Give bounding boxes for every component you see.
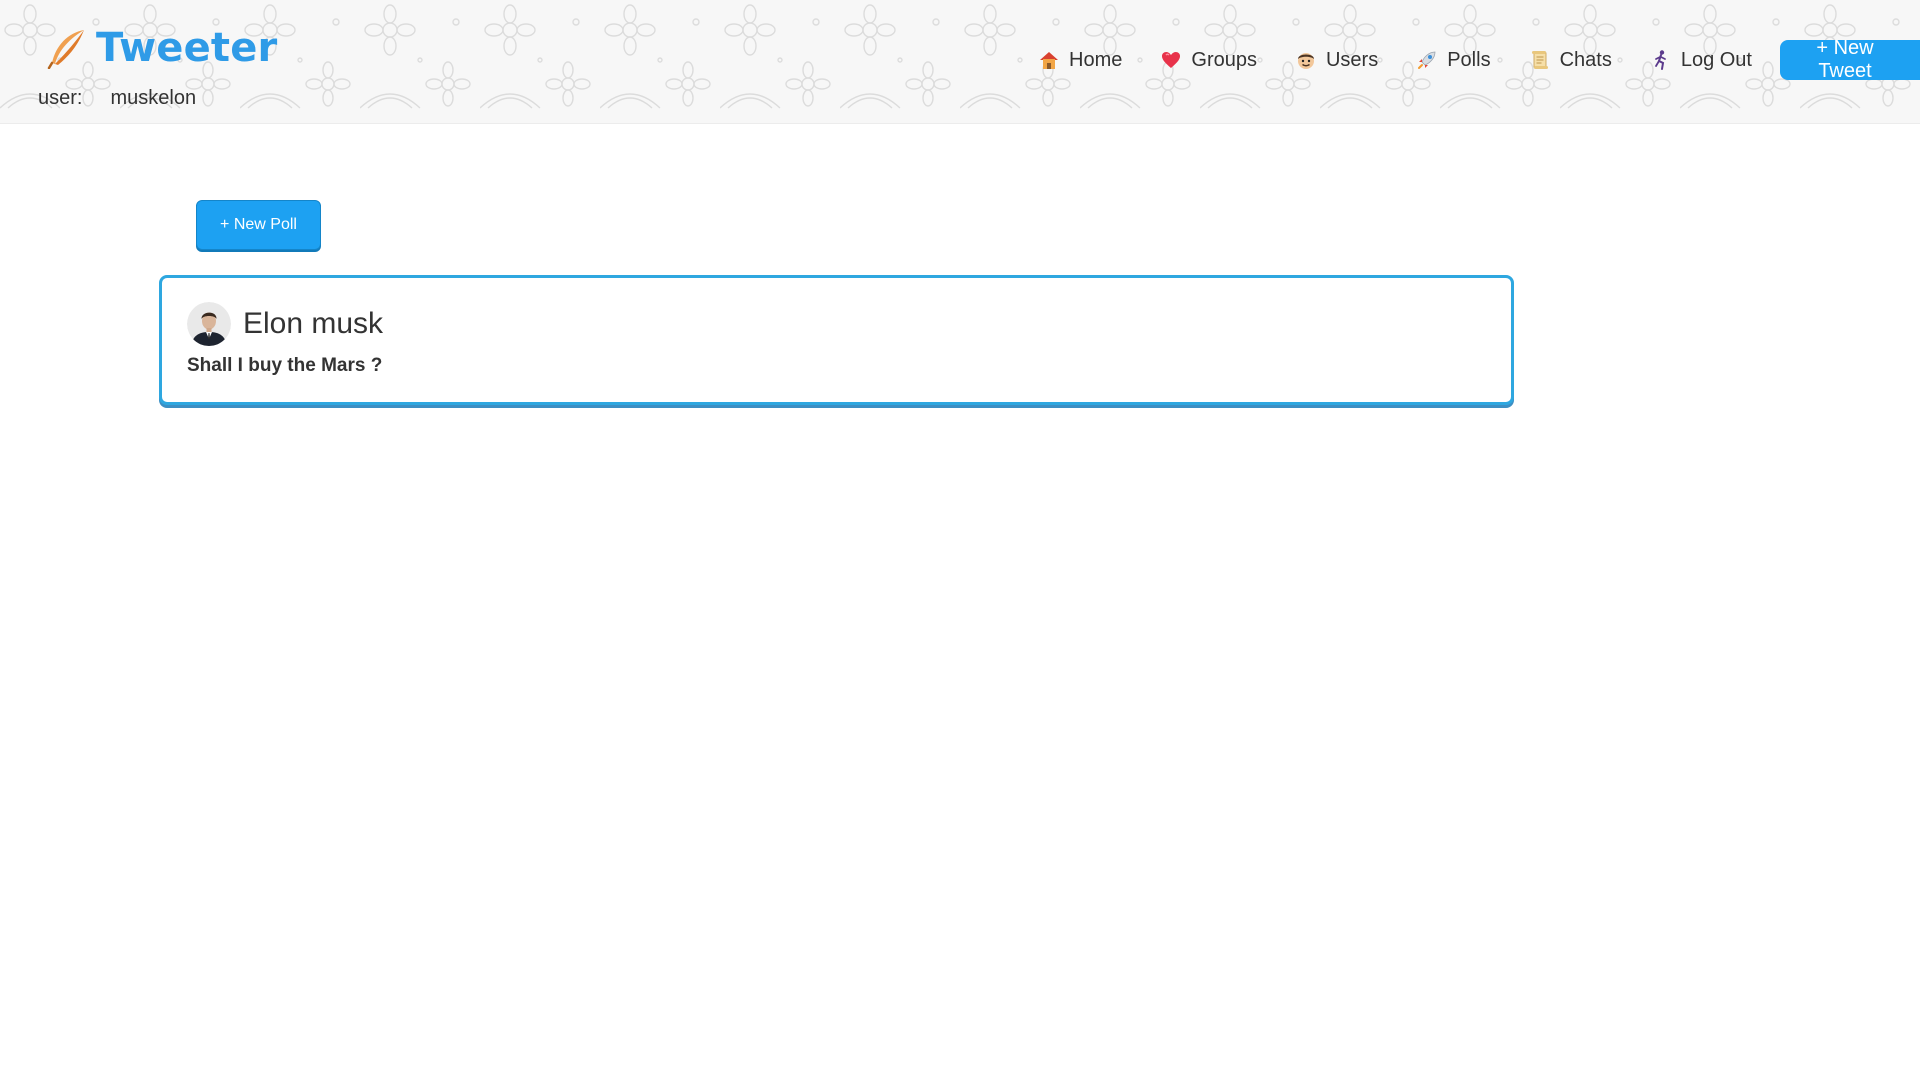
feather-icon xyxy=(47,30,84,69)
nav-item-polls[interactable]: Polls xyxy=(1416,40,1491,80)
nav-item-label: Chats xyxy=(1559,49,1612,71)
house-icon xyxy=(1040,52,1059,69)
nav-item-label: Log Out xyxy=(1680,49,1752,71)
running-person-icon xyxy=(1654,50,1666,70)
current-user-line: user: muskelon xyxy=(38,86,196,110)
nav-item-log-out[interactable]: Log Out xyxy=(1650,40,1752,80)
nav-item-groups[interactable]: Groups xyxy=(1160,40,1257,80)
brand[interactable]: Tweeter xyxy=(46,24,277,72)
avatar xyxy=(187,302,231,346)
poll-card[interactable]: Elon musk Shall I buy the Mars ? xyxy=(159,275,1514,405)
scroll-icon xyxy=(1531,51,1548,69)
top-header: Tweeter user: muskelon Home Groups Users… xyxy=(0,0,1920,124)
nav-item-label: Users xyxy=(1325,49,1379,71)
nav-item-label: Groups xyxy=(1191,49,1257,71)
new-poll-button[interactable]: + New Poll xyxy=(196,200,321,250)
user-label: user: xyxy=(38,87,83,109)
poll-author-name: Elon musk xyxy=(243,307,384,340)
face-icon xyxy=(1297,53,1314,69)
nav-item-users[interactable]: Users xyxy=(1295,40,1378,80)
new-tweet-button[interactable]: + New Tweet xyxy=(1780,37,1920,82)
nav-item-label: Polls xyxy=(1447,49,1491,71)
app-title: Tweeter xyxy=(96,25,278,71)
poll-author: Elon musk xyxy=(187,302,383,346)
heart-icon xyxy=(1162,52,1181,68)
poll-question: Shall I buy the Mars ? xyxy=(187,355,383,376)
username: muskelon xyxy=(110,87,197,109)
rocket-icon xyxy=(1418,51,1436,69)
nav-item-home[interactable]: Home xyxy=(1038,40,1122,80)
nav-item-chats[interactable]: Chats xyxy=(1529,40,1612,80)
nav-item-label: Home xyxy=(1069,49,1123,71)
main-nav: Home Groups Users Polls Chats Log Out + … xyxy=(1038,37,1920,82)
